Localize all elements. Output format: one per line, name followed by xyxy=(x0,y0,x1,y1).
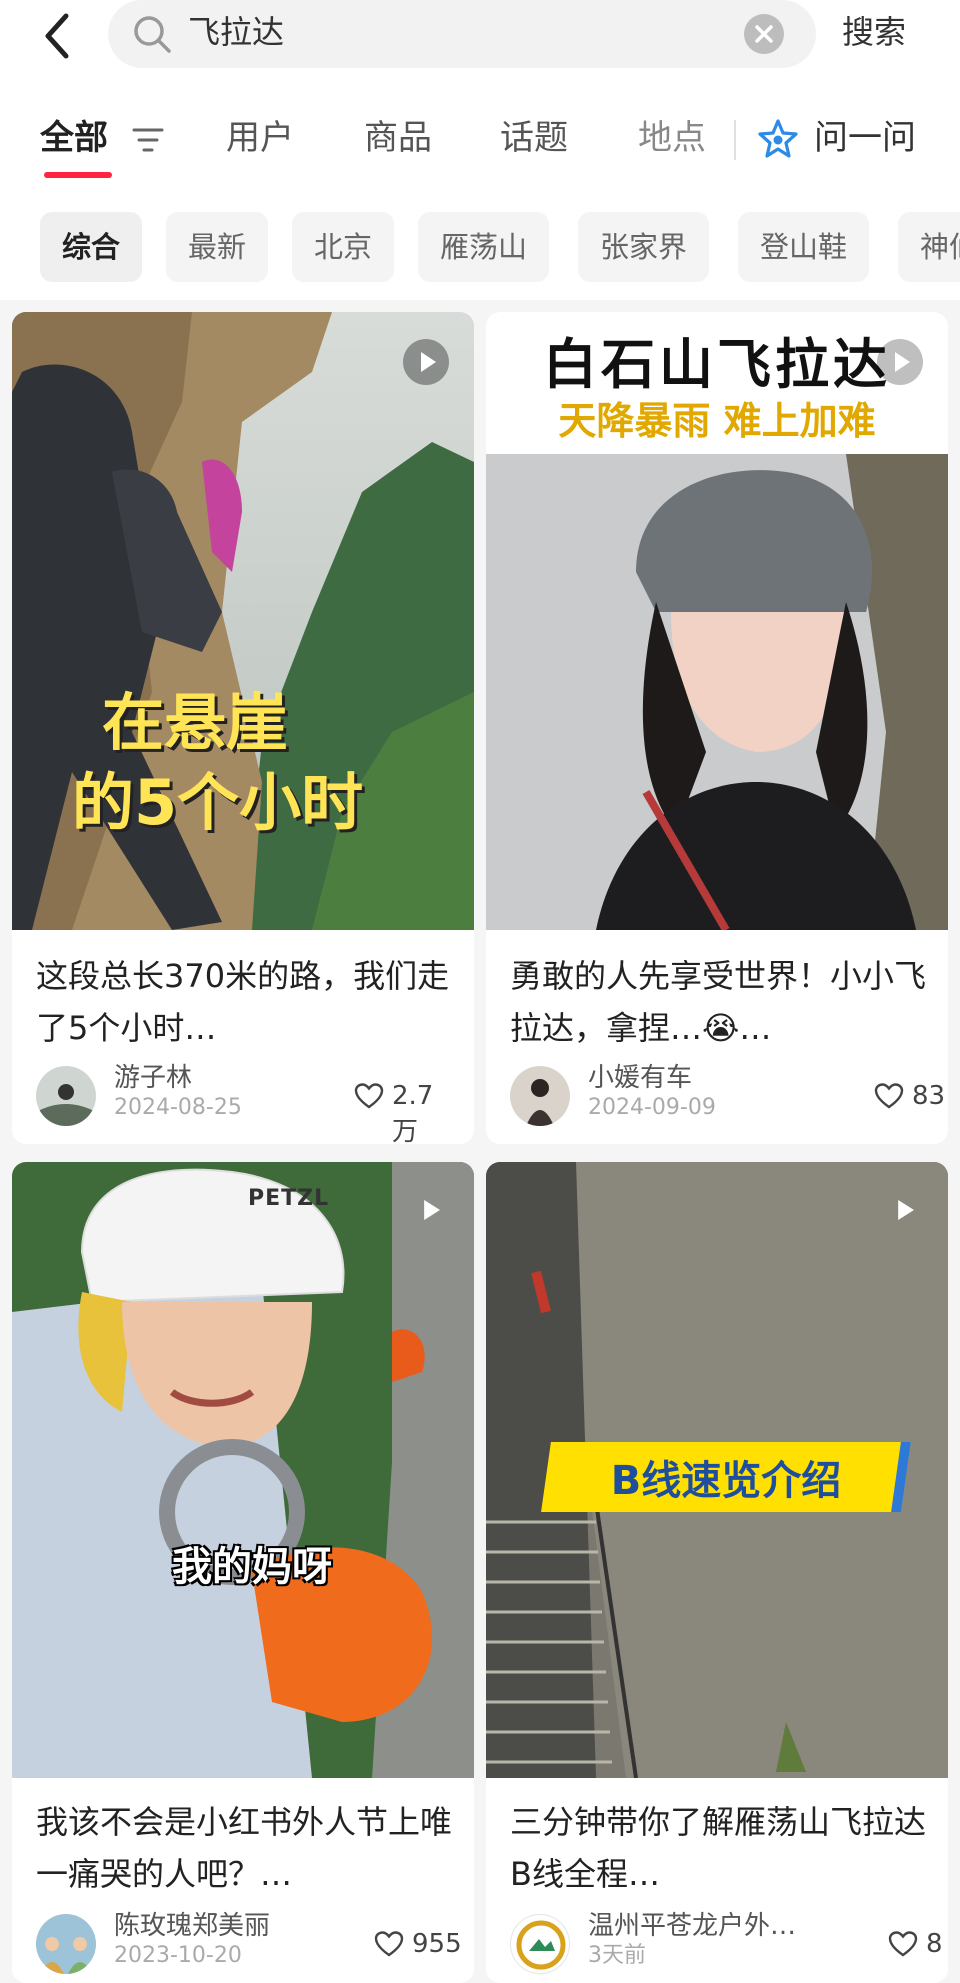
tab-divider xyxy=(734,120,736,160)
post-thumbnail[interactable]: 白石山飞拉达 天降暴雨 难上加难 xyxy=(486,312,948,930)
thumbnail-subheadline: 天降暴雨 难上加难 xyxy=(558,399,876,443)
tab-products[interactable]: 商品 xyxy=(364,108,432,168)
play-icon xyxy=(898,1200,914,1220)
thumbnail-caption-line2: 的5个小时 xyxy=(72,766,364,839)
heart-icon[interactable] xyxy=(354,1082,384,1110)
tab-users[interactable]: 用户 xyxy=(226,108,294,168)
post-thumbnail[interactable]: 我的妈呀 PETZL xyxy=(12,1162,474,1778)
search-query: 飞拉达 xyxy=(188,13,285,51)
post-thumbnail[interactable]: 在悬崖 的5个小时 xyxy=(12,312,474,930)
avatar-image xyxy=(36,1914,96,1974)
play-icon xyxy=(424,1200,440,1220)
author-row: 小媛有车 2024-09-09 83 xyxy=(510,1063,945,1130)
avatar-image xyxy=(36,1066,96,1126)
chip-yandangshan[interactable]: 雁荡山 xyxy=(418,212,550,282)
outdoor-club-logo-icon xyxy=(516,1920,566,1970)
clear-search-button[interactable] xyxy=(744,14,784,54)
play-icon xyxy=(877,339,923,385)
post-title[interactable]: 三分钟带你了解雁荡山飞拉达B线全程… xyxy=(510,1796,930,1900)
chevron-left-icon xyxy=(45,13,69,59)
like-count: 83 xyxy=(912,1081,946,1111)
chip-hiking-shoes[interactable]: 登山鞋 xyxy=(738,212,870,282)
post-date: 2024-08-25 xyxy=(114,1095,242,1120)
author-name[interactable]: 温州平苍龙户外… xyxy=(588,1908,796,1944)
author-name[interactable]: 游子林 xyxy=(114,1060,192,1096)
ask-button[interactable]: 问一问 xyxy=(814,108,916,168)
tab-all[interactable]: 全部 xyxy=(40,108,108,168)
helmet-brand-logo: PETZL xyxy=(248,1186,330,1211)
author-name[interactable]: 小媛有车 xyxy=(588,1060,692,1096)
tab-topics[interactable]: 话题 xyxy=(500,108,568,168)
post-title[interactable]: 这段总长370米的路，我们走了5个小时… xyxy=(36,950,456,1054)
post-card[interactable]: 我的妈呀 PETZL 我该不会是小红书外人节上唯一痛哭的人吧？… 陈玫瑰郑美丽 … xyxy=(12,1162,474,1983)
post-date: 3天前 xyxy=(588,1943,646,1968)
ask-sparkle-icon[interactable] xyxy=(756,118,800,162)
avatar[interactable] xyxy=(510,1914,570,1974)
thumbnail-caption-line1: 在悬崖 xyxy=(102,686,289,759)
thumbnail-caption: B线速览介绍 xyxy=(610,1458,842,1504)
chip-zhangjiajie[interactable]: 张家界 xyxy=(578,212,710,282)
crying-climber-image xyxy=(12,1162,474,1778)
author-name[interactable]: 陈玫瑰郑美丽 xyxy=(114,1908,270,1944)
like-count: 2.7万 xyxy=(392,1081,434,1144)
like-count: 8 xyxy=(926,1929,943,1959)
top-header: 飞拉达 搜索 全部 用户 商品 话题 地点 问一问 综合 最新 北京 雁荡山 张… xyxy=(0,0,960,300)
author-row: 游子林 2024-08-25 2.7万 xyxy=(36,1063,456,1144)
filter-icon[interactable] xyxy=(132,126,164,154)
close-icon xyxy=(755,25,773,43)
chip-latest[interactable]: 最新 xyxy=(166,212,269,282)
avatar-image xyxy=(510,1066,570,1126)
author-row: 陈玫瑰郑美丽 2023-10-20 955 xyxy=(36,1911,462,1978)
chip-more[interactable]: 神仙 xyxy=(898,212,960,282)
post-card[interactable]: 白石山飞拉达 天降暴雨 难上加难 勇敢的人先享受世界！小小飞拉达，拿捏…😭… 小… xyxy=(486,312,948,1144)
search-icon xyxy=(134,16,171,53)
tab-places[interactable]: 地点 xyxy=(638,108,706,168)
post-card[interactable]: B线速览介绍 三分钟带你了解雁荡山飞拉达B线全程… 温州平苍龙户外… 3天前 8 xyxy=(486,1162,948,1983)
search-submit-button[interactable]: 搜索 xyxy=(842,8,906,56)
heart-icon[interactable] xyxy=(874,1082,904,1110)
post-card[interactable]: 在悬崖 的5个小时 这段总长370米的路，我们走了5个小时… 游子林 2024-… xyxy=(12,312,474,1144)
chip-comprehensive[interactable]: 综合 xyxy=(40,212,143,282)
like-count: 955 xyxy=(412,1929,462,1959)
heart-icon[interactable] xyxy=(374,1930,404,1958)
search-input[interactable]: 飞拉达 xyxy=(108,0,816,68)
back-button[interactable] xyxy=(36,4,84,64)
post-date: 2024-09-09 xyxy=(588,1095,716,1120)
chip-beijing[interactable]: 北京 xyxy=(292,212,395,282)
thumbnail-caption: 我的妈呀 xyxy=(172,1544,332,1590)
avatar[interactable] xyxy=(36,1066,96,1126)
author-row: 温州平苍龙户外… 3天前 8 xyxy=(510,1911,943,1978)
post-date: 2023-10-20 xyxy=(114,1943,242,1968)
post-thumbnail[interactable]: B线速览介绍 xyxy=(486,1162,948,1778)
avatar[interactable] xyxy=(36,1914,96,1974)
avatar[interactable] xyxy=(510,1066,570,1126)
post-title[interactable]: 我该不会是小红书外人节上唯一痛哭的人吧？… xyxy=(36,1796,456,1900)
active-tab-indicator xyxy=(44,172,112,178)
heart-icon[interactable] xyxy=(888,1930,918,1958)
filter-chips: 综合 最新 北京 雁荡山 张家界 登山鞋 神仙 xyxy=(0,212,960,284)
play-icon xyxy=(403,339,449,385)
post-title[interactable]: 勇敢的人先享受世界！小小飞拉达，拿捏…😭… xyxy=(510,950,930,1054)
